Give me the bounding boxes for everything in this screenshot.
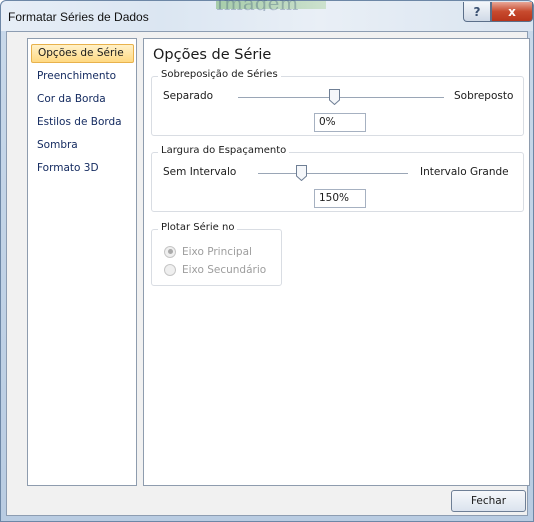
- gap-slider-track[interactable]: [258, 173, 408, 174]
- overlap-group-label: Sobreposição de Séries: [158, 69, 281, 80]
- close-window-button[interactable]: x: [491, 2, 533, 22]
- category-list: Opções de Série Preenchimento Cor da Bor…: [27, 38, 137, 486]
- panel-title: Opções de Série: [153, 47, 272, 63]
- radio-eixo-principal-label: Eixo Principal: [182, 245, 252, 258]
- gap-width-group: Largura do Espaçamento Sem Intervalo Int…: [151, 145, 524, 212]
- window-title: Formatar Séries de Dados: [8, 10, 149, 24]
- radio-unselected-icon: [164, 263, 176, 276]
- fechar-button[interactable]: Fechar: [451, 490, 526, 512]
- watermark: Imagem: [216, 0, 298, 11]
- overlap-group: Sobreposição de Séries Separado Sobrepos…: [151, 69, 524, 136]
- nav-item-cor-da-borda[interactable]: Cor da Borda: [31, 90, 134, 109]
- radio-selected-icon: [164, 245, 176, 258]
- radio-eixo-principal[interactable]: Eixo Principal: [164, 244, 252, 259]
- overlap-slider-thumb[interactable]: [329, 89, 340, 105]
- close-icon: x: [508, 4, 516, 19]
- nav-item-sombra[interactable]: Sombra: [31, 136, 134, 155]
- radio-eixo-secundario[interactable]: Eixo Secundário: [164, 262, 266, 277]
- gap-width-group-label: Largura do Espaçamento: [158, 145, 290, 156]
- overlap-max-label: Sobreposto: [454, 90, 514, 102]
- nav-item-estilos-de-borda[interactable]: Estilos de Borda: [31, 113, 134, 132]
- title-bar[interactable]: Imagem Formatar Séries de Dados ? x: [1, 0, 533, 31]
- gap-min-label: Sem Intervalo: [163, 166, 237, 178]
- settings-panel: Opções de Série Sobreposição de Séries S…: [143, 38, 530, 486]
- overlap-min-label: Separado: [163, 90, 214, 102]
- gap-max-label: Intervalo Grande: [420, 166, 509, 178]
- overlap-slider-track[interactable]: [238, 97, 444, 98]
- gap-value-input[interactable]: 150%: [314, 189, 366, 208]
- help-icon: ?: [473, 4, 481, 19]
- gap-slider-thumb[interactable]: [296, 165, 307, 181]
- plot-on-group: Plotar Série no Eixo Principal Eixo Secu…: [151, 222, 282, 286]
- nav-item-opcoes-de-serie[interactable]: Opções de Série: [31, 44, 134, 63]
- overlap-value-input[interactable]: 0%: [314, 113, 366, 132]
- nav-item-formato-3d[interactable]: Formato 3D: [31, 159, 134, 178]
- radio-eixo-secundario-label: Eixo Secundário: [182, 263, 267, 276]
- nav-item-preenchimento[interactable]: Preenchimento: [31, 67, 134, 86]
- help-button[interactable]: ?: [463, 2, 491, 22]
- plot-on-group-label: Plotar Série no: [158, 222, 238, 233]
